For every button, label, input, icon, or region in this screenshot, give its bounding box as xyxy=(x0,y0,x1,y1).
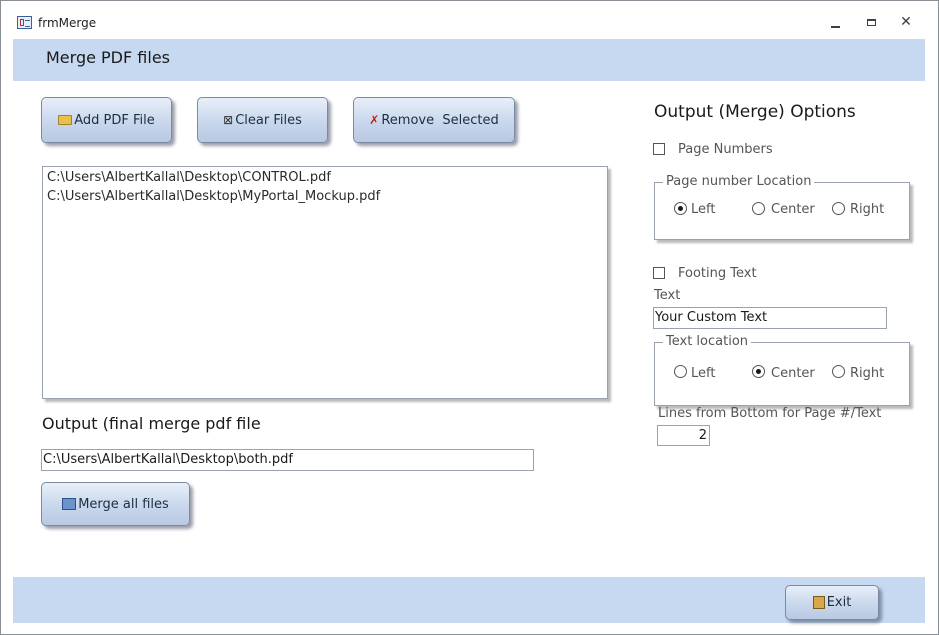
footing-text-checkbox[interactable] xyxy=(653,267,665,279)
page-numbers-checkbox[interactable] xyxy=(653,143,665,155)
merge-all-files-label: Merge all files xyxy=(78,496,169,512)
lines-from-bottom-input[interactable]: 2 xyxy=(657,425,710,446)
output-label: Output (final merge pdf file xyxy=(42,414,261,433)
list-item[interactable]: C:\Users\AlbertKallal\Desktop\CONTROL.pd… xyxy=(43,168,607,187)
text-location-left-label: Left xyxy=(691,366,716,381)
custom-text-input[interactable]: Your Custom Text xyxy=(653,307,887,329)
remove-icon: ✗ xyxy=(369,113,380,127)
maximize-icon xyxy=(866,19,876,26)
remove-selected-button[interactable]: ✗ Remove Selected xyxy=(353,97,515,143)
clear-files-label: Clear Files xyxy=(235,112,302,128)
exit-button[interactable]: Exit xyxy=(785,585,879,620)
exit-label: Exit xyxy=(826,595,852,610)
page-location-center-label: Center xyxy=(771,202,815,217)
page-location-right-radio[interactable] xyxy=(832,202,845,215)
lines-from-bottom-label: Lines from Bottom for Page #/Text xyxy=(658,406,882,421)
file-list[interactable]: C:\Users\AlbertKallal\Desktop\CONTROL.pd… xyxy=(42,166,608,399)
form-header: Merge PDF files xyxy=(13,39,925,81)
page-location-left-radio[interactable] xyxy=(674,202,687,215)
output-file-input[interactable]: C:\Users\AlbertKallal\Desktop\both.pdf xyxy=(41,449,534,471)
minimize-icon xyxy=(830,25,840,28)
page-number-location-legend: Page number Location xyxy=(663,174,815,189)
text-location-legend: Text location xyxy=(663,334,752,349)
page-location-right-label: Right xyxy=(850,202,885,217)
text-location-right-radio[interactable] xyxy=(832,365,845,378)
options-title: Output (Merge) Options xyxy=(654,102,856,122)
maximize-button[interactable] xyxy=(859,13,883,31)
clear-files-button[interactable]: ⊠ Clear Files xyxy=(197,97,328,143)
page-numbers-label: Page Numbers xyxy=(678,142,773,157)
text-location-center-label: Center xyxy=(771,366,815,381)
text-location-center-radio[interactable] xyxy=(752,365,765,378)
close-button[interactable]: ✕ xyxy=(894,13,918,31)
form-title: Merge PDF files xyxy=(46,48,170,67)
text-label: Text xyxy=(654,288,681,303)
minimize-button[interactable] xyxy=(823,13,847,31)
open-folder-icon xyxy=(58,115,73,125)
text-location-group: Text location Left Center Right xyxy=(654,334,910,406)
footing-text-label: Footing Text xyxy=(678,266,757,281)
merge-all-files-button[interactable]: Merge all files xyxy=(41,482,190,526)
form-icon xyxy=(17,16,32,29)
page-location-center-radio[interactable] xyxy=(752,202,765,215)
close-icon: ✕ xyxy=(900,14,912,30)
page-location-left-label: Left xyxy=(691,202,716,217)
exit-door-icon xyxy=(812,596,825,609)
merge-icon xyxy=(62,498,77,510)
window: frmMerge ✕ Merge PDF files Add PDF File … xyxy=(0,0,939,635)
title-bar[interactable]: frmMerge ✕ xyxy=(1,1,938,39)
add-pdf-file-button[interactable]: Add PDF File xyxy=(41,97,172,143)
text-location-left-radio[interactable] xyxy=(674,365,687,378)
list-item[interactable]: C:\Users\AlbertKallal\Desktop\MyPortal_M… xyxy=(43,187,607,206)
text-location-right-label: Right xyxy=(850,366,885,381)
remove-selected-label: Remove Selected xyxy=(381,112,499,128)
page-number-location-group: Page number Location Left Center Right xyxy=(654,174,910,240)
clear-icon: ⊠ xyxy=(223,113,234,127)
window-title: frmMerge xyxy=(38,16,97,30)
add-pdf-file-label: Add PDF File xyxy=(74,112,155,128)
